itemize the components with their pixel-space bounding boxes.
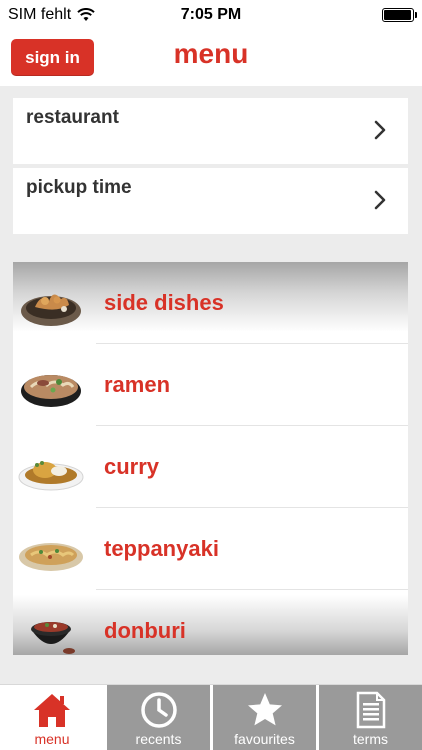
tab-menu[interactable]: menu [0,685,104,750]
restaurant-selector[interactable]: restaurant [13,98,408,164]
category-name: donburi [104,618,186,643]
document-icon [351,691,391,729]
tab-label: terms [353,731,388,747]
tab-label: menu [34,731,70,747]
category-name: curry [104,454,160,479]
pickup-time-selector[interactable]: pickup time [13,168,408,234]
chevron-right-icon [374,190,386,210]
tab-recents[interactable]: recents [107,685,210,750]
category-donburi[interactable]: donburi [13,590,408,655]
status-bar: SIM fehlt 7:05 PM [0,0,422,30]
side-dishes-thumb [21,294,81,326]
donburi-thumb [31,622,75,654]
tab-terms[interactable]: terms [319,685,422,750]
tab-bar: menu recents favourites terms [0,684,422,750]
tab-label: recents [135,731,182,747]
pickup-time-label: pickup time [26,177,132,198]
category-teppanyaki[interactable]: teppanyaki [13,508,408,590]
page-title: menu [173,38,249,69]
battery-fill [384,10,411,20]
battery-icon [382,8,417,22]
chevron-right-icon [374,120,386,140]
category-side-dishes[interactable]: side dishes [13,262,408,344]
category-list[interactable]: side dishes ramen curry teppanyaki donbu… [13,262,408,655]
category-ramen[interactable]: ramen [13,344,408,426]
category-name: ramen [104,372,171,397]
category-name: side dishes [104,290,224,315]
category-name: teppanyaki [104,536,219,561]
status-time: 7:05 PM [180,6,242,23]
tab-label: favourites [234,731,295,747]
category-curry[interactable]: curry [13,426,408,508]
teppanyaki-thumb [19,543,83,571]
ramen-thumb [21,375,81,407]
navigation-bar: sign in menu [0,30,422,86]
curry-thumb [18,461,84,491]
home-icon [32,691,72,729]
star-icon [245,691,285,729]
restaurant-label: restaurant [26,107,119,128]
tab-favourites[interactable]: favourites [213,685,316,750]
clock-icon [139,691,179,729]
